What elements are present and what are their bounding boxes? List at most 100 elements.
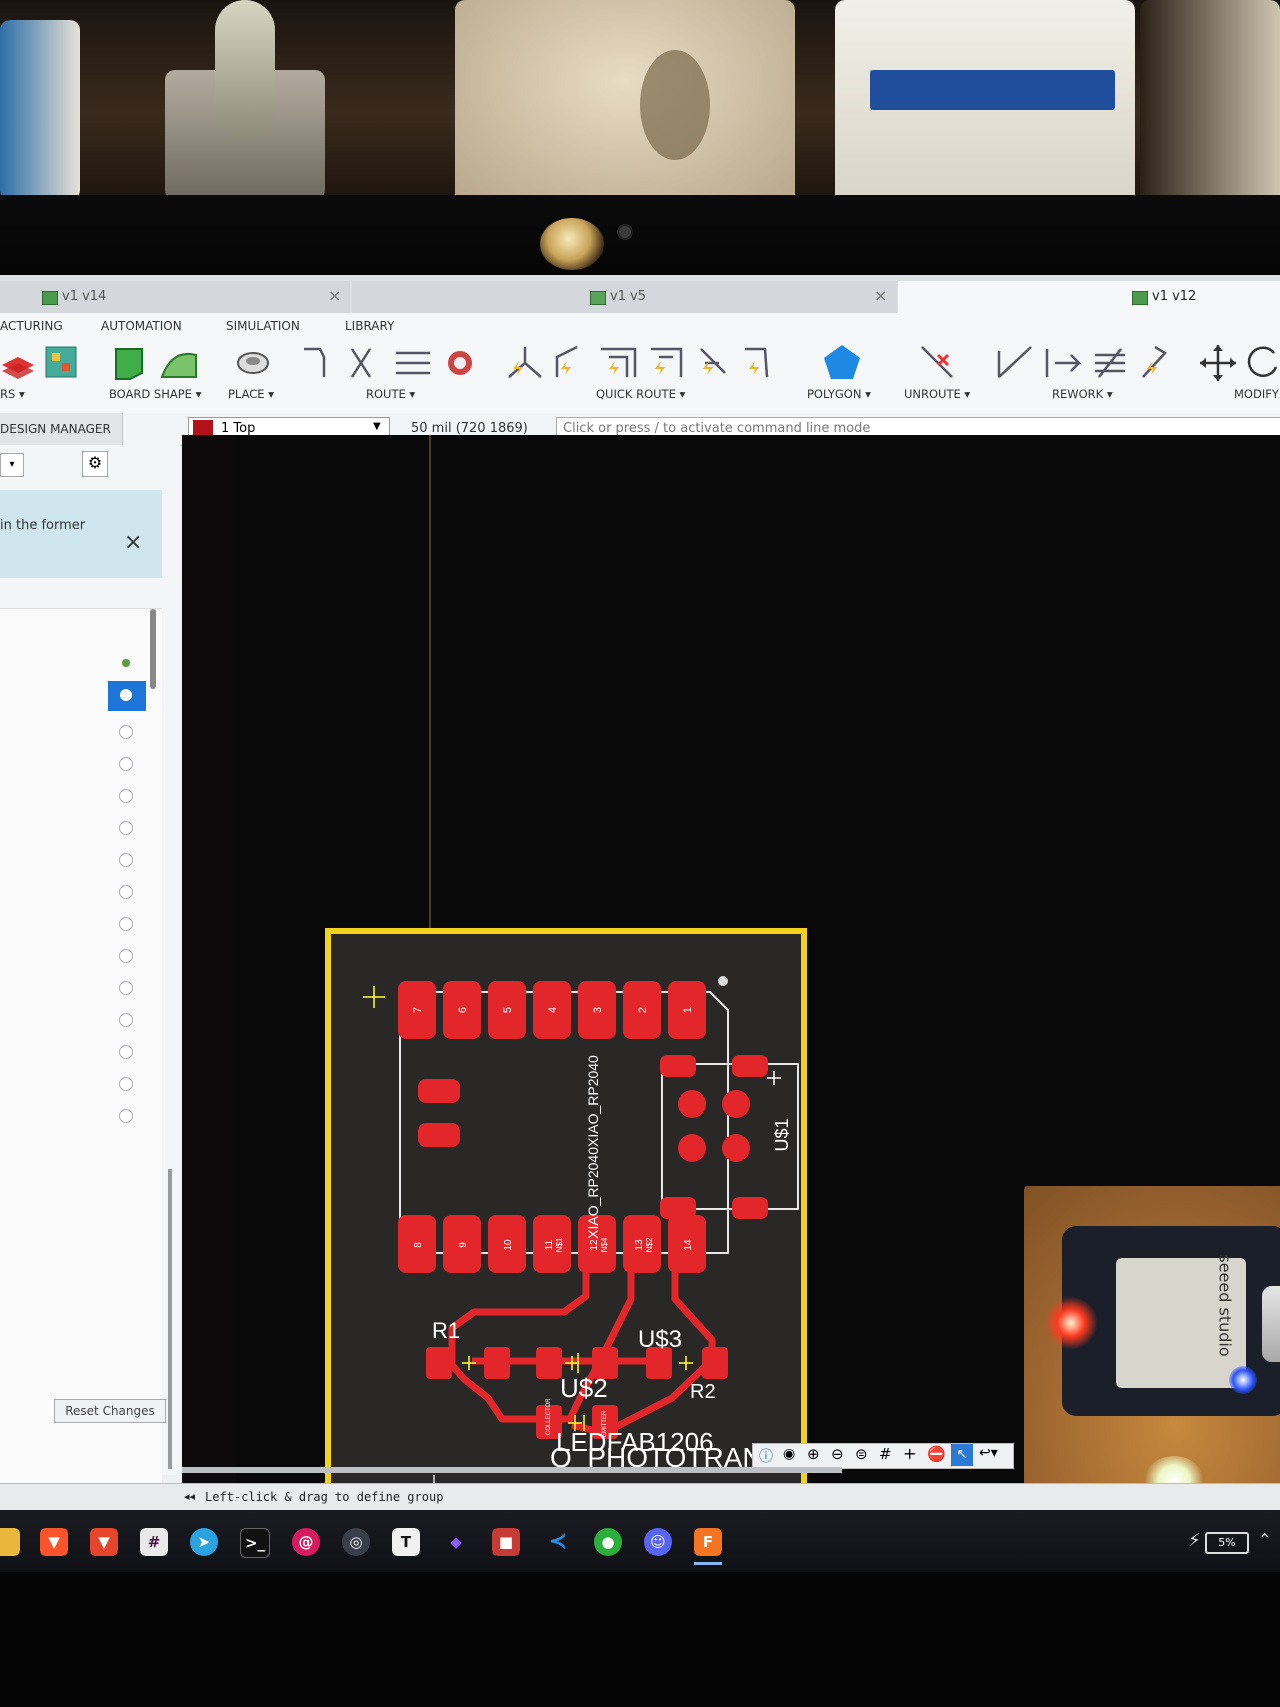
pad[interactable] <box>660 1197 696 1219</box>
layers-settings-icon[interactable] <box>0 343 80 383</box>
place-menu[interactable]: PLACE ▾ <box>228 387 274 401</box>
command-line-placeholder: Click or press / to activate command lin… <box>563 421 871 436</box>
settings-app-icon[interactable]: ◎ <box>342 1528 370 1556</box>
zoom-out-icon[interactable]: ⊖ <box>831 1445 844 1463</box>
pad[interactable] <box>678 1090 706 1118</box>
group-label-rs[interactable]: RS ▾ <box>0 387 25 401</box>
rework-icons[interactable] <box>995 343 1170 383</box>
select-tool-icon[interactable]: ↖ <box>951 1444 973 1466</box>
vscode-icon[interactable]: ≺ <box>544 1528 572 1556</box>
selected-radio[interactable] <box>108 681 146 711</box>
layer-radio[interactable] <box>119 1013 133 1027</box>
info-icon[interactable]: ⓘ <box>759 1446 773 1466</box>
pad[interactable] <box>660 1055 696 1077</box>
pad[interactable] <box>722 1090 750 1118</box>
obsidian-icon[interactable]: ◆ <box>442 1528 470 1556</box>
led-pad[interactable] <box>536 1347 562 1379</box>
layer-radio[interactable] <box>119 789 133 803</box>
design-file-icon <box>1132 291 1148 305</box>
route-menu[interactable]: ROUTE ▾ <box>366 387 415 401</box>
grid-icon[interactable]: # <box>879 1445 892 1463</box>
pad[interactable] <box>732 1055 768 1077</box>
modify-icons[interactable] <box>1198 343 1280 383</box>
horizontal-scrollbar[interactable] <box>182 1467 842 1473</box>
debian-icon[interactable]: @ <box>292 1528 320 1556</box>
eye-icon[interactable]: ◉ <box>783 1446 795 1462</box>
gear-icon[interactable]: ⚙ <box>82 451 108 477</box>
polygon-menu[interactable]: POLYGON ▾ <box>807 387 871 401</box>
terminal-icon[interactable]: >_ <box>240 1528 270 1558</box>
pad-net-label: N$2 <box>645 1237 654 1252</box>
slack-icon[interactable]: # <box>140 1528 168 1556</box>
ribbon-tab-manufacturing[interactable]: ACTURING <box>0 319 63 333</box>
telegram-icon[interactable]: ➤ <box>190 1528 218 1556</box>
close-icon[interactable]: × <box>124 530 142 555</box>
brave-browser-icon[interactable]: ▼ <box>40 1528 68 1556</box>
stop-icon[interactable]: ⛔ <box>927 1445 946 1463</box>
layer-radio[interactable] <box>119 917 133 931</box>
undo-menu-icon[interactable]: ↩▾ <box>979 1445 998 1461</box>
filter-dropdown[interactable]: ▾ <box>0 453 24 477</box>
layer-radio[interactable] <box>119 949 133 963</box>
layer-radio[interactable] <box>119 981 133 995</box>
layer-radio[interactable] <box>119 1077 133 1091</box>
pad-number: 14 <box>683 1239 694 1251</box>
crosshair-icon[interactable]: + <box>903 1444 916 1463</box>
layer-radio[interactable] <box>119 1109 133 1123</box>
battery-indicator[interactable]: 5% <box>1205 1532 1249 1554</box>
pad[interactable] <box>678 1134 706 1162</box>
doc-tab-2[interactable]: v1 v5 × <box>352 281 897 313</box>
pad-number: 8 <box>413 1242 424 1248</box>
pad[interactable] <box>732 1197 768 1219</box>
scrollbar-thumb[interactable] <box>150 609 156 689</box>
modify-menu[interactable]: MODIFY <box>1234 387 1279 401</box>
pad[interactable] <box>722 1134 750 1162</box>
place-icon[interactable] <box>235 343 271 383</box>
route-tools-icons[interactable] <box>300 343 480 383</box>
ribbon-tab-automation[interactable]: AUTOMATION <box>101 319 182 333</box>
layer-radio[interactable] <box>119 885 133 899</box>
layer-radio[interactable] <box>119 757 133 771</box>
wechat-icon[interactable]: ● <box>594 1528 622 1556</box>
chevron-left-icon[interactable]: ◂◂ <box>184 1490 195 1503</box>
panel-scrollbar[interactable] <box>168 1169 172 1469</box>
doc-tab-1[interactable]: v1 v14 × <box>0 281 350 313</box>
quick-route-icons[interactable] <box>505 343 775 383</box>
doc-tab-3-active[interactable]: v1 v12 <box>898 281 1280 313</box>
ribbon-tab-library[interactable]: LIBRARY <box>345 319 394 333</box>
r1-pad[interactable] <box>426 1347 452 1379</box>
layer-radio[interactable] <box>119 725 133 739</box>
layer-radio[interactable] <box>119 821 133 835</box>
pad[interactable] <box>418 1079 460 1103</box>
status-bar: ◂◂ Left-click & drag to define group <box>0 1483 1280 1510</box>
r1-pad[interactable] <box>484 1347 510 1379</box>
close-icon[interactable]: × <box>874 286 887 305</box>
doc-tab-label: v1 v12 <box>1152 289 1197 304</box>
pad[interactable] <box>418 1123 460 1147</box>
ribbon-tab-simulation[interactable]: SIMULATION <box>226 319 300 333</box>
fusion360-icon[interactable]: F <box>694 1528 722 1556</box>
file-explorer-icon[interactable] <box>0 1528 20 1556</box>
quick-route-menu[interactable]: QUICK ROUTE ▾ <box>596 387 685 401</box>
board-shape-icon[interactable] <box>112 343 200 383</box>
fusion-app-icon[interactable]: ■ <box>492 1528 520 1556</box>
pcb-canvas[interactable]: seeed studio 7 6 5 4 3 2 1 8 9 10 11 12 … <box>182 435 1280 1483</box>
chevron-up-icon[interactable]: ⌃ <box>1258 1530 1271 1549</box>
board-shape-menu[interactable]: BOARD SHAPE ▾ <box>109 387 201 401</box>
radio-dot-icon <box>120 689 132 701</box>
layer-radio[interactable] <box>119 853 133 867</box>
r2-pad[interactable] <box>702 1347 728 1379</box>
canvas-nav-toolbar: ⓘ ◉ ⊕ ⊖ ⊜ # + ⛔ ↖ ↩▾ <box>752 1443 1014 1469</box>
unroute-menu[interactable]: UNROUTE ▾ <box>904 387 970 401</box>
unroute-icon[interactable] <box>918 343 958 383</box>
zoom-fit-icon[interactable]: ⊜ <box>855 1445 868 1463</box>
rework-menu[interactable]: REWORK ▾ <box>1052 387 1113 401</box>
reset-changes-button[interactable]: Reset Changes <box>54 1399 166 1423</box>
layer-radio[interactable] <box>119 1045 133 1059</box>
typora-icon[interactable]: T <box>392 1528 420 1556</box>
discord-icon[interactable]: ☺ <box>644 1528 672 1556</box>
zoom-in-icon[interactable]: ⊕ <box>807 1445 820 1463</box>
close-icon[interactable]: × <box>328 286 341 305</box>
polygon-icon[interactable] <box>822 343 862 383</box>
brave-beta-icon[interactable]: ▼ <box>90 1528 118 1556</box>
